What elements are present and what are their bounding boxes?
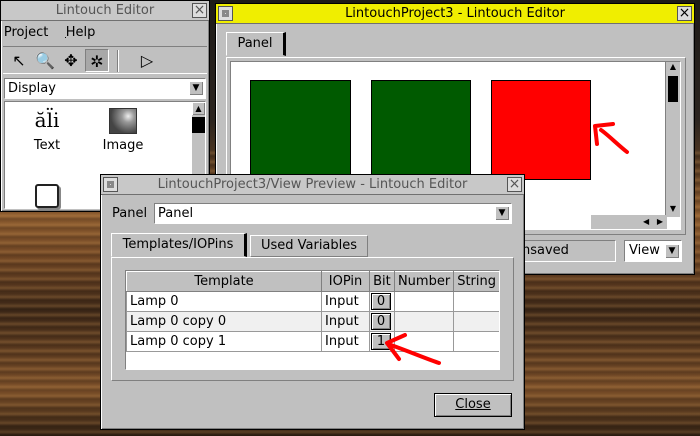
palette-label: Image [102,138,144,153]
scroll-up-icon[interactable]: ▲ [192,102,205,115]
move-tool-button[interactable]: ✥ [59,49,83,72]
text-icon: ăl̈i [34,108,60,132]
chevron-down-icon[interactable]: ▼ [495,206,509,220]
canvas-hscrollbar[interactable]: ◀ ▶ [591,215,667,229]
annotation-arrow [593,122,629,154]
cell-iopin: Input [321,331,370,352]
zoom-icon: 🔍 [35,51,55,70]
templates-table: Template IOPin Bit Number String Lamp 0 … [125,270,500,370]
project-titlebar[interactable]: LintouchProject3 - Lintouch Editor × [216,4,694,24]
lamp-0[interactable] [250,80,351,180]
close-icon[interactable]: × [192,3,207,18]
window-menu-icon[interactable] [103,177,118,192]
pointer-icon: ↖ [12,51,26,70]
table-row[interactable]: Lamp 0 copy 1 Input 1 [126,331,499,352]
close-button[interactable]: Close [434,393,512,417]
window-menu-icon[interactable] [218,6,233,21]
tab-used-variables[interactable]: Used Variables [250,235,368,257]
menu-help[interactable]: HHelp [65,25,96,40]
close-icon[interactable]: × [677,6,692,21]
table-row[interactable]: Lamp 0 Input 0 [126,291,499,312]
canvas-vscrollbar[interactable]: ▲ ▼ [665,62,680,217]
bit-toggle-button[interactable]: 0 [370,293,391,310]
zoom-tool-button[interactable]: 🔍 [33,49,57,72]
menu-project[interactable]: PProject [3,25,49,40]
cell-template: Lamp 0 copy 1 [126,331,323,352]
scroll-right-icon[interactable]: ▶ [657,217,663,226]
tab-label: Templates/IOPins [122,237,234,252]
column-header-iopin[interactable]: IOPin [321,271,370,292]
close-icon[interactable]: × [507,177,522,192]
preview-titlebar[interactable]: LintouchProject3/View Preview - Lintouch… [101,175,524,195]
scroll-down-icon[interactable]: ▼ [666,204,680,217]
cell-number[interactable] [393,291,455,312]
image-icon [109,108,137,134]
tab-label: Used Variables [260,238,358,253]
editor-title: Lintouch Editor [55,3,155,18]
scroll-up-icon[interactable]: ▲ [666,62,680,75]
column-header-template[interactable]: Template [126,271,323,292]
scroll-left-icon[interactable]: ◀ [643,217,649,226]
editor-titlebar[interactable]: Lintouch Editor × [1,1,209,21]
view-value: View [629,243,660,258]
cell-string[interactable] [453,311,499,332]
column-header-string[interactable]: String [453,271,499,292]
cell-template: Lamp 0 copy 0 [126,311,323,332]
bit-toggle-button[interactable]: 0 [370,313,391,330]
chevron-down-icon[interactable]: ▼ [665,244,679,258]
column-header-number[interactable]: Number [393,271,455,292]
tab-templates-iopins[interactable]: Templates/IOPins [111,233,247,257]
annotation-arrow [385,333,441,365]
cell-iopin: Input [321,291,370,312]
project-title: LintouchProject3 - Lintouch Editor [345,6,565,21]
view-select[interactable]: View ▼ [624,240,682,262]
scroll-thumb[interactable] [192,117,205,133]
tab-panel-label: Panel [237,36,273,51]
run-tool-button[interactable]: ▷ [135,49,159,72]
toolbar: ↖ 🔍 ✥ ✲ ▷ [3,46,207,74]
table-row[interactable]: Lamp 0 copy 0 Input 0 [126,311,499,332]
close-button-label: Close [455,397,491,412]
table-header-row: Template IOPin Bit Number String [126,271,499,292]
panel-label: Panel [112,206,148,221]
panel-select-value: Panel [158,206,194,221]
preview-window: LintouchProject3/View Preview - Lintouch… [100,174,525,430]
menu-bar: PProject HHelp [3,25,96,43]
lamp-0-copy-0[interactable] [371,80,471,180]
pointer-tool-button[interactable]: ↖ [7,49,31,72]
palette-item-image[interactable]: Image [93,108,153,158]
chevron-down-icon[interactable]: ▼ [189,81,203,95]
palette-item-frame[interactable] [35,184,59,208]
palette-label: Text [33,138,61,153]
preview-title: LintouchProject3/View Preview - Lintouch… [157,177,468,192]
status-field: nsaved [516,240,616,262]
panel-select[interactable]: Panel ▼ [154,203,512,224]
palette-item-text[interactable]: ăl̈i Text [17,108,77,158]
cell-string[interactable] [453,331,499,352]
category-select[interactable]: Display ▼ [4,78,206,99]
move-icon: ✥ [64,51,78,70]
scroll-thumb[interactable] [668,76,678,102]
toolbar-separator [117,50,119,72]
run-icon: ▷ [140,51,154,70]
lamp-0-copy-1[interactable] [491,80,591,180]
settings-tool-button[interactable]: ✲ [85,49,109,72]
iopin-table: Template IOPin Bit Number String Lamp 0 … [126,271,499,352]
cell-string[interactable] [453,291,499,312]
category-value: Display [8,81,56,96]
cell-template: Lamp 0 [126,291,323,312]
column-header-bit[interactable]: Bit [368,271,395,292]
cell-iopin: Input [321,311,370,332]
tab-panel[interactable]: Panel [226,32,286,56]
settings-icon: ✲ [90,52,104,71]
cell-bit: 0 [368,291,395,312]
